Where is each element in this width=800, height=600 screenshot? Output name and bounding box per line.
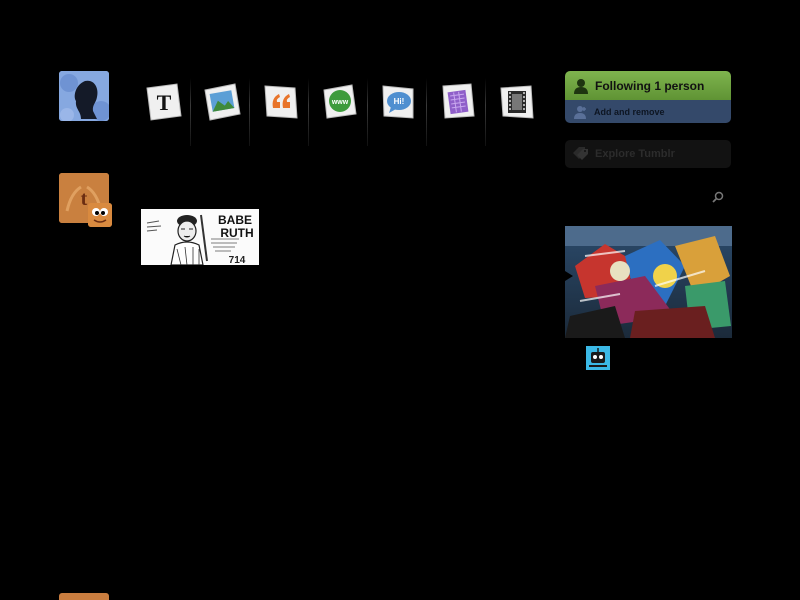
babe-ruth-sketch-image: BABE RUTH 714	[141, 209, 259, 265]
svg-text:Hi!: Hi!	[394, 97, 405, 106]
link-post-icon: www	[323, 84, 357, 119]
monster-badge-icon	[88, 203, 112, 227]
robot-avatar-icon	[586, 346, 610, 370]
text-post-icon: T	[146, 83, 182, 121]
audio-post-icon	[442, 83, 475, 119]
toolbar-divider	[190, 78, 191, 146]
svg-text:RUTH: RUTH	[220, 226, 253, 240]
chat-post-button[interactable]: Hi!	[369, 72, 427, 146]
link-post-button[interactable]: www	[310, 72, 368, 146]
svg-text:T: T	[157, 90, 172, 115]
photo-post-button[interactable]	[192, 72, 250, 146]
person-icon	[574, 78, 588, 94]
toolbar-divider	[426, 78, 427, 146]
quote-post-button[interactable]	[251, 72, 309, 146]
explore-tumblr-button[interactable]: Explore Tumblr	[565, 140, 731, 168]
svg-text:www: www	[331, 99, 349, 106]
toolbar-divider	[367, 78, 368, 146]
radar-graffiti-image[interactable]	[565, 226, 732, 338]
photo-post-icon	[204, 83, 241, 121]
add-remove-button[interactable]: Add and remove	[565, 100, 731, 123]
tumblr-avatar-bottom[interactable]	[59, 593, 109, 600]
toolbar-divider	[249, 78, 250, 146]
following-box: Following 1 person Add and remove	[565, 71, 731, 123]
graffiti-mural-image	[565, 226, 732, 338]
svg-text:t: t	[81, 188, 88, 210]
svg-text:714: 714	[229, 255, 246, 265]
audio-post-button[interactable]	[428, 72, 486, 146]
video-post-button[interactable]	[487, 72, 545, 146]
search-icon[interactable]	[711, 190, 725, 204]
add-person-icon	[574, 105, 586, 119]
following-label: Following 1 person	[595, 78, 705, 93]
dashboard: t T www Hi! BABE RUTH 714 Following 1 pe…	[0, 0, 800, 600]
toolbar-divider	[485, 78, 486, 146]
text-post-button[interactable]: T	[133, 72, 191, 146]
following-button[interactable]: Following 1 person	[565, 71, 731, 100]
user-avatar[interactable]	[59, 71, 109, 121]
blogger-avatar[interactable]	[586, 346, 610, 370]
toolbar-divider	[308, 78, 309, 146]
quote-post-icon	[264, 85, 298, 119]
explore-label: Explore Tumblr	[595, 148, 675, 160]
add-remove-label: Add and remove	[594, 106, 665, 117]
silhouette-avatar-icon	[59, 71, 109, 121]
tag-icon	[573, 147, 588, 160]
chat-post-icon: Hi!	[382, 85, 414, 119]
video-post-icon	[500, 85, 534, 119]
post-photo-thumbnail[interactable]: BABE RUTH 714	[141, 209, 259, 265]
thumb-title-text: BABE	[218, 213, 252, 227]
